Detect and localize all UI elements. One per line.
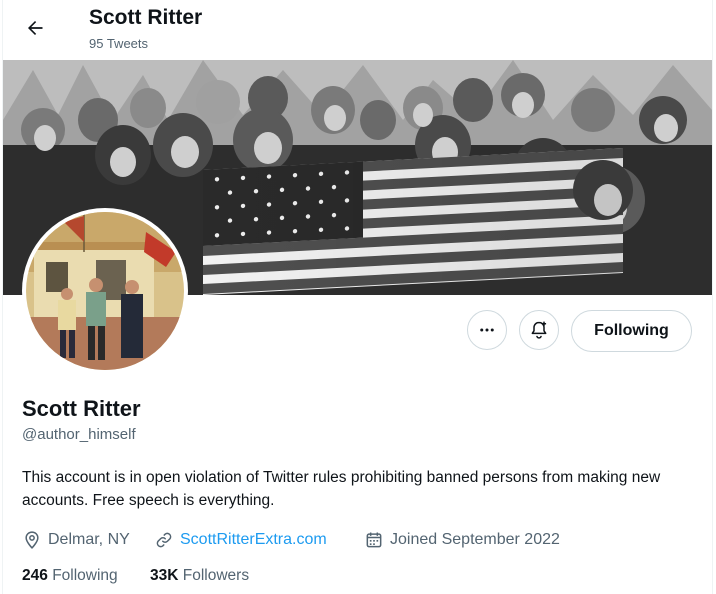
location-text: Delmar, NY [48,531,130,548]
joined-text: Joined September 2022 [390,531,560,548]
link-icon [156,532,172,548]
profile-name: Scott Ritter [22,396,141,421]
following-count: 246 [22,567,48,584]
profile-website: ScottRitterExtra.com [154,529,327,551]
header-name: Scott Ritter [89,6,203,29]
profile-header: Scott Ritter 95 Tweets [3,0,712,60]
bell-plus-icon [531,321,547,339]
profile-page: Scott Ritter 95 Tweets Following Scott R… [0,0,716,594]
notify-button[interactable] [519,310,559,350]
followers-label: Followers [182,567,250,584]
followers-stat[interactable]: 33K Followers [150,567,249,585]
following-button[interactable]: Following [571,310,692,352]
profile-joined: Joined September 2022 [364,529,560,551]
following-stat[interactable]: 246 Following [22,567,118,585]
calendar-icon [366,532,382,548]
profile-location: Delmar, NY [22,529,130,551]
profile-handle: @author_himself [22,426,136,443]
location-pin-icon [25,531,39,550]
followers-count: 33K [150,567,179,584]
arrow-left-icon [28,21,43,35]
profile-avatar[interactable] [22,208,188,374]
tweet-count: 95 Tweets [89,36,149,51]
following-label: Following [52,567,118,584]
back-button[interactable] [17,10,53,46]
column-border-right [712,0,713,594]
profile-bio: This account is in open violation of Twi… [22,469,661,509]
more-dots-icon [480,328,494,332]
more-button[interactable] [467,310,507,350]
website-link[interactable]: ScottRitterExtra.com [180,531,327,549]
avatar-image [26,212,184,370]
